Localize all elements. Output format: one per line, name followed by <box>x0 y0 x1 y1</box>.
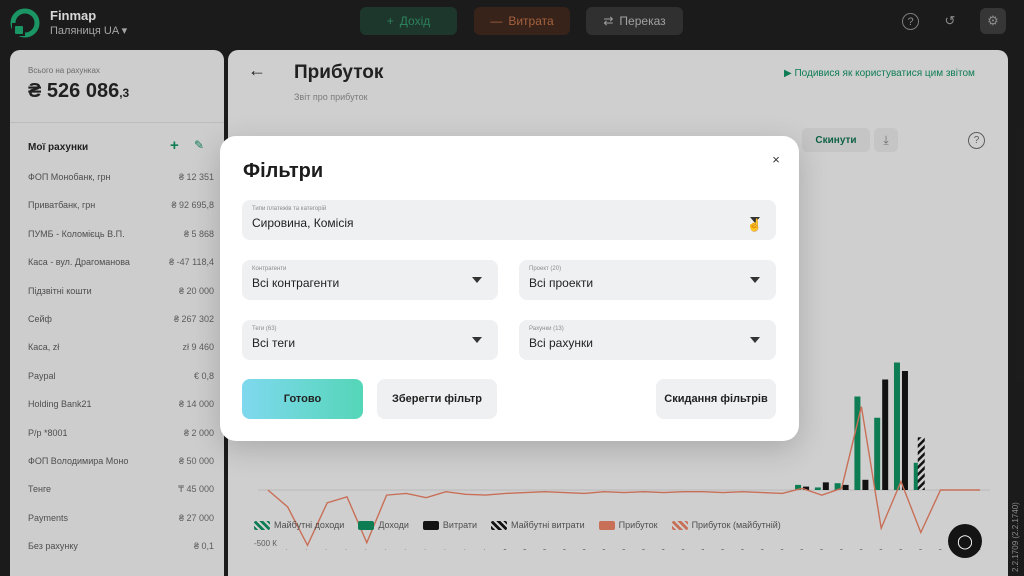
contractors-value: Всі контрагенти <box>252 276 340 290</box>
hand-pointer-icon: ☝ <box>747 218 762 232</box>
chevron-down-icon <box>750 277 760 283</box>
dialog-title: Фільтри <box>243 160 324 182</box>
payment-types-value: Сировина, Комісія <box>252 216 354 230</box>
contractors-label: Контрагенти <box>252 266 287 272</box>
reset-filters-button[interactable]: Скидання фільтрів <box>656 379 776 419</box>
accounts-select-value: Всі рахунки <box>529 336 593 350</box>
chevron-down-icon <box>472 277 482 283</box>
payment-types-label: Типи платежів та категорій <box>252 206 327 212</box>
close-icon[interactable]: × <box>769 152 783 167</box>
tags-label: Теги (63) <box>252 326 277 332</box>
projects-label: Проект (20) <box>529 266 562 272</box>
projects-value: Всі проекти <box>529 276 594 290</box>
save-filter-button[interactable]: Зберегти фільтр <box>377 379 497 419</box>
payment-types-select[interactable]: Типи платежів та категорій Сировина, Ком… <box>242 200 776 240</box>
chevron-down-icon <box>472 337 482 343</box>
filters-dialog: Фільтри × Типи платежів та категорій Сир… <box>220 136 799 441</box>
accounts-select-label: Рахунки (13) <box>529 326 564 332</box>
done-button[interactable]: Готово <box>242 379 363 419</box>
accounts-select[interactable]: Рахунки (13) Всі рахунки <box>519 320 776 360</box>
projects-select[interactable]: Проект (20) Всі проекти <box>519 260 776 300</box>
chevron-down-icon <box>750 337 760 343</box>
chat-icon[interactable]: ◯ <box>948 524 982 558</box>
contractors-select[interactable]: Контрагенти Всі контрагенти <box>242 260 498 300</box>
tags-value: Всі теги <box>252 336 296 350</box>
tags-select[interactable]: Теги (63) Всі теги <box>242 320 498 360</box>
